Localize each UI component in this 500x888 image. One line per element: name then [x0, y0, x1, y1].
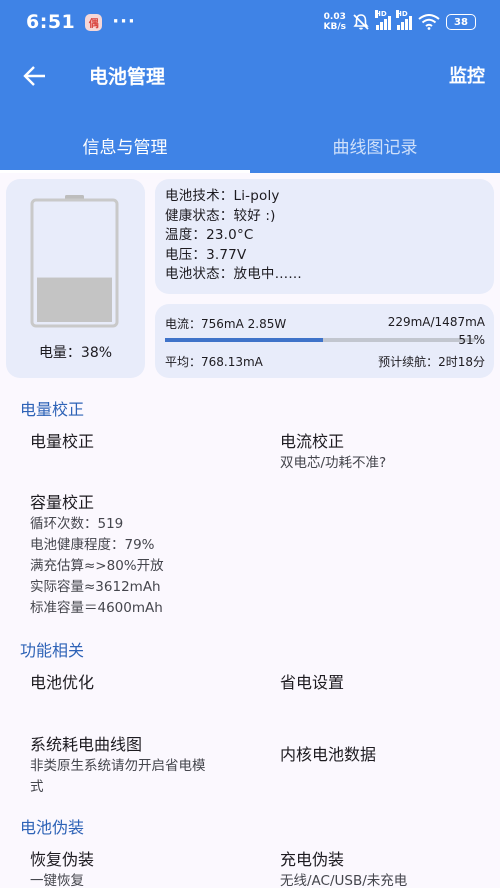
mute-bell-icon	[353, 14, 369, 30]
system-curve-sub-2: 式	[30, 779, 44, 795]
current-row: 电流：756mA 2.85W 229mA/1487mA	[165, 315, 485, 332]
kernel-battery-data-item[interactable]: 内核电池数据	[280, 741, 376, 765]
restore-disguise-title: 恢复伪装	[30, 850, 95, 869]
system-curve-item[interactable]: 系统耗电曲线图 非类原生系统请勿开启省电模 式	[30, 731, 260, 798]
more-notifications-icon: ···	[112, 11, 136, 32]
current-value: 电流：756mA 2.85W	[165, 317, 287, 331]
battery-level-label: 电量：38%	[38, 345, 113, 361]
cycle-count: 循环次数：519	[30, 516, 124, 532]
network-speed-unit: KB/s	[323, 22, 346, 32]
battery-technology: 电池技术：Li-poly	[165, 188, 280, 204]
current-card: 电流：756mA 2.85W 229mA/1487mA 51% 平均：768.1…	[155, 304, 494, 378]
health-status: 健康状态：较好 :)	[165, 207, 276, 224]
capacity-calibration-item[interactable]: 容量校正 循环次数：519 电池健康程度：79% 满充估算≈>80%开放 实际容…	[30, 489, 164, 619]
signal-2-icon: HD	[396, 10, 412, 30]
charge-disguise-title: 充电伪装	[280, 850, 345, 869]
voltage: 电压：3.77V	[165, 246, 247, 263]
standard-capacity: 标准容量＝4600mAh	[30, 600, 163, 616]
tab-curve-records[interactable]: 曲线图记录	[250, 118, 500, 173]
average-current: 平均：768.13mA	[165, 355, 263, 369]
system-curve-sub-1: 非类原生系统请勿开启省电模	[30, 758, 206, 774]
app-header: 6:51 偶 ··· 0.03 KB/s HD HD 38 电池管理 监控 信息…	[0, 0, 500, 173]
network-speed: 0.03 KB/s	[324, 12, 346, 32]
battery-optimization-item[interactable]: 电池优化	[30, 669, 94, 693]
current-calibration-title: 电流校正	[280, 432, 345, 451]
battery-state: 电池状态：放电中……	[165, 266, 302, 282]
network-speed-value: 0.03	[323, 12, 346, 22]
current-progress-bar	[165, 338, 475, 342]
current-percent: 51%	[458, 333, 485, 347]
status-time: 6:51	[26, 11, 76, 33]
battery-calibration-title: 电量校正	[30, 432, 95, 451]
system-curve-title: 系统耗电曲线图	[30, 735, 143, 754]
battery-level-card: 电量：38%	[6, 179, 145, 378]
section-header-disguise: 电池伪装	[20, 818, 85, 837]
notification-app-icon: 偶	[85, 13, 103, 31]
battery-info-card: 电池技术：Li-poly 健康状态：较好 :) 温度：23.0°C 电压：3.7…	[155, 179, 494, 294]
monitor-button[interactable]: 监控	[449, 62, 485, 88]
full-charge-estimate: 满充估算≈>80%开放	[30, 558, 164, 574]
estimated-runtime: 预计续航：2时18分	[378, 355, 485, 369]
restore-disguise-sub: 一键恢复	[30, 873, 84, 888]
charge-disguise-item[interactable]: 充电伪装 无线/AC/USB/未充电	[280, 846, 407, 888]
capacity-calibration-title: 容量校正	[30, 493, 95, 512]
toolbar: 电池管理 监控	[0, 48, 500, 104]
back-arrow-icon[interactable]	[22, 63, 48, 89]
battery-fill	[37, 277, 112, 322]
restore-disguise-item[interactable]: 恢复伪装 一键恢复	[30, 846, 94, 888]
current-range: 229mA/1487mA	[387, 315, 485, 329]
average-row: 平均：768.13mA 预计续航：2时18分	[165, 353, 485, 370]
tab-bar: 信息与管理 曲线图记录	[0, 118, 500, 173]
battery-optimization-title: 电池优化	[30, 673, 95, 692]
page-title: 电池管理	[89, 66, 166, 88]
power-saving-title: 省电设置	[280, 673, 345, 692]
current-calibration-sub: 双电芯/功耗不准?	[280, 455, 387, 471]
status-right: 0.03 KB/s HD HD 38	[324, 10, 476, 32]
charge-disguise-sub: 无线/AC/USB/未充电	[280, 873, 408, 888]
tab-info-management[interactable]: 信息与管理	[0, 118, 250, 173]
status-battery-icon: 38	[446, 14, 476, 30]
power-saving-item[interactable]: 省电设置	[280, 669, 344, 693]
wifi-icon	[418, 14, 440, 30]
battery-level-icon	[30, 195, 119, 328]
signal-1-icon: HD	[375, 10, 391, 30]
current-calibration-item[interactable]: 电流校正 双电芯/功耗不准?	[280, 428, 386, 474]
kernel-battery-data-title: 内核电池数据	[280, 745, 377, 764]
section-header-calibration: 电量校正	[20, 400, 85, 419]
current-progress-fill	[165, 338, 324, 342]
hd-label-2: HD	[396, 10, 408, 18]
temperature: 温度：23.0°C	[165, 227, 254, 243]
status-bar: 6:51 偶 ··· 0.03 KB/s HD HD 38	[0, 0, 500, 44]
battery-calibration-item[interactable]: 电量校正	[30, 428, 94, 452]
hd-label-1: HD	[375, 10, 387, 18]
tab-indicator	[0, 170, 250, 173]
actual-capacity: 实际容量≈3612mAh	[30, 579, 161, 595]
section-header-features: 功能相关	[20, 641, 85, 660]
battery-health: 电池健康程度：79%	[30, 537, 155, 553]
status-left: 6:51 偶 ···	[26, 11, 136, 33]
